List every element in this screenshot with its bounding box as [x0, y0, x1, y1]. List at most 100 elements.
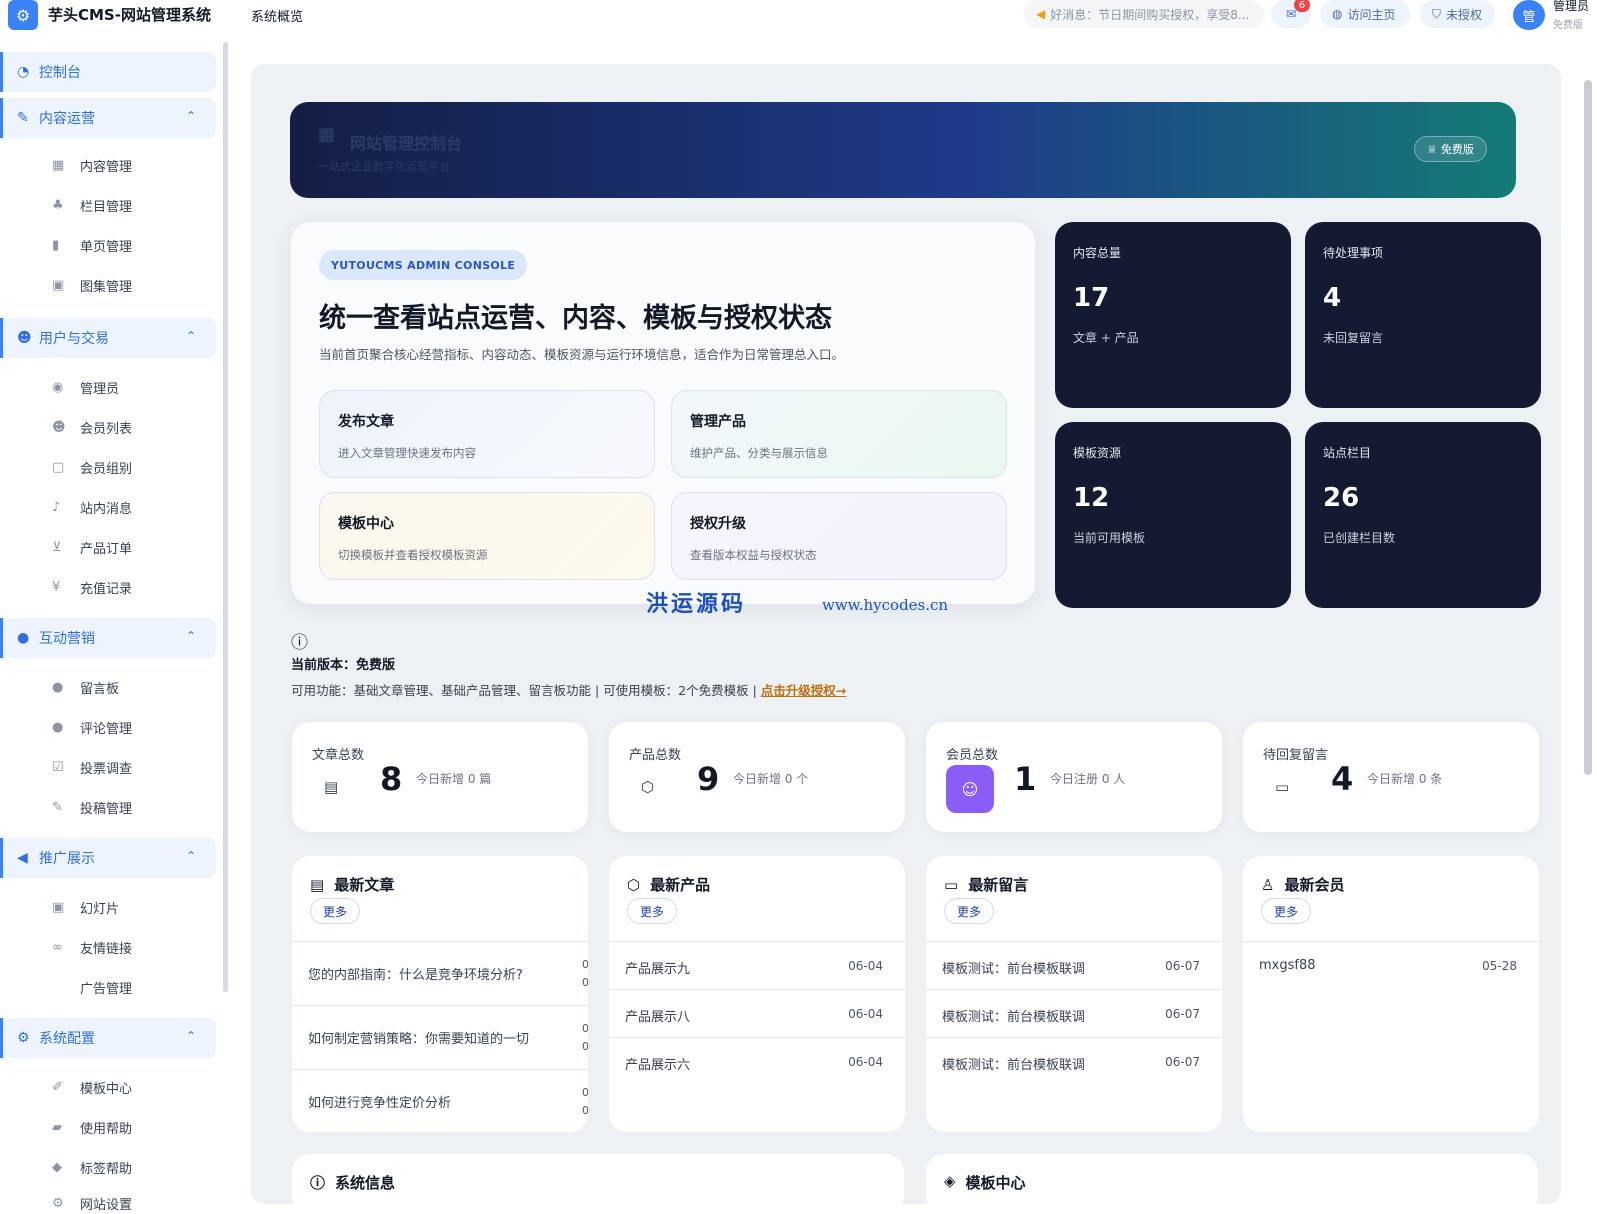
info-circle-icon: ⓘ [310, 1174, 326, 1192]
list-item[interactable]: 您的内部指南：什么是竞争环境分析?06-04 [292, 942, 588, 1006]
list-item[interactable]: 模板测试：前台模板联调 06-07 [926, 1038, 1222, 1086]
list-item[interactable]: mxgsf88 05-28 [1243, 942, 1539, 990]
kpi-value: 1 [1014, 760, 1037, 798]
visit-home-button[interactable]: ◍ 访问主页 [1320, 0, 1410, 28]
more-button[interactable]: 更多 [627, 898, 678, 924]
sidebar-item-admins[interactable]: ◉ 管理员 [52, 376, 119, 398]
sidebar-item-member-groups[interactable]: ▢ 会员组别 [52, 456, 132, 478]
kpi-label: 文章总数 [312, 748, 365, 763]
image-icon: ▣ [52, 899, 65, 915]
stat-columns[interactable]: 站点栏目 26 已创建栏目数 [1305, 422, 1541, 608]
crown-icon: ♕ [1427, 142, 1437, 156]
quick-license-upgrade[interactable]: 授权升级 查看版本权益与授权状态 [671, 492, 1007, 580]
quick-publish-article[interactable]: 发布文章 进入文章管理快速发布内容 [319, 390, 655, 478]
list-item[interactable]: 产品展示九 06-04 [609, 942, 905, 990]
sidebar-item-recharge[interactable]: ¥ 充值记录 [52, 576, 132, 598]
document-icon: ▤ [324, 778, 339, 796]
sidebar-group-users[interactable]: ☻ 用户与交易 ⌃ [0, 318, 216, 358]
hero-title: 网站管理控制台 [350, 134, 463, 153]
stat-desc: 未回复留言 [1323, 331, 1384, 345]
top-bar: ⚙ 芋头CMS-网站管理系统 系统概览 ◀ 好消息：节日期间购买授权，享受8...… [0, 0, 1597, 40]
sidebar-item-columns[interactable]: ♣ 栏目管理 [52, 194, 132, 216]
kpi-products[interactable]: 产品总数 ⬡ 9 今日新增 0 个 [609, 722, 905, 832]
sidebar-group-system[interactable]: ⚙ 系统配置 ⌃ [0, 1018, 216, 1058]
list-item[interactable]: 如何制定营销策略：你需要知道的一切06-04 [292, 1006, 588, 1070]
sidebar-item-pages[interactable]: ▮ 单页管理 [52, 234, 132, 256]
sidebar-item-messages[interactable]: ♪ 站内消息 [52, 496, 132, 518]
image-icon: ▣ [52, 277, 65, 293]
edition-badge: ♕ 免费版 [1414, 136, 1487, 162]
list-item[interactable]: 如何进行竞争性定价分析06-04 [292, 1070, 588, 1132]
more-button[interactable]: 更多 [1261, 898, 1312, 924]
sidebar-item-links[interactable]: ∞ 友情链接 [52, 936, 132, 958]
card-title: 最新留言 [968, 876, 1029, 894]
list-item[interactable]: 产品展示六 06-04 [609, 1038, 905, 1086]
sidebar-item-templates[interactable]: ✐ 模板中心 [52, 1076, 132, 1098]
chevron-up-icon: ⌃ [185, 329, 196, 343]
sidebar-item-votes[interactable]: ☑ 投票调查 [52, 756, 132, 778]
more-button[interactable]: 更多 [310, 898, 361, 924]
kpi-pending-messages[interactable]: 待回复留言 ▭ 4 今日新增 0 条 [1243, 722, 1539, 832]
license-status-button[interactable]: ⛉ 未授权 [1420, 0, 1495, 28]
page-scrollbar-thumb[interactable] [1584, 80, 1592, 775]
sidebar-item-slides[interactable]: ▣ 幻灯片 [52, 896, 119, 918]
link-icon: ∞ [52, 939, 63, 955]
list-item[interactable]: 模板测试：前台模板联调 06-07 [926, 990, 1222, 1038]
sidebar-item-comments[interactable]: ● 评论管理 [52, 716, 132, 738]
stat-content-total[interactable]: 内容总量 17 文章 + 产品 [1055, 222, 1291, 408]
sidebar-group-marketing[interactable]: ● 互动营销 ⌃ [0, 618, 216, 658]
sidebar-item-orders[interactable]: ⊻ 产品订单 [52, 536, 132, 558]
gears-icon: ⚙ [8, 0, 38, 30]
checkbox-icon: ☑ [52, 759, 64, 775]
stat-templates[interactable]: 模板资源 12 当前可用模板 [1055, 422, 1291, 608]
sidebar-item-guestbook[interactable]: ● 留言板 [52, 676, 119, 698]
list-item[interactable]: 模板测试：前台模板联调 06-07 [926, 942, 1222, 990]
user-name[interactable]: 管理员 [1553, 0, 1589, 13]
quick-template-center[interactable]: 模板中心 切换模板并查看授权模板资源 [319, 492, 655, 580]
notice-marquee[interactable]: ◀ 好消息：节日期间购买授权，享受8... [1024, 0, 1264, 28]
version-title: 当前版本：免费版 [291, 658, 396, 673]
more-button[interactable]: 更多 [944, 898, 995, 924]
gear-icon: ⚙ [17, 1030, 30, 1046]
sidebar-item-ads[interactable]: 广告管理 [52, 976, 132, 998]
bell-icon: ♪ [52, 499, 61, 515]
quick-card-desc: 维护产品、分类与展示信息 [690, 446, 828, 460]
brush-icon: ✐ [52, 1079, 63, 1095]
avatar[interactable]: 管 [1513, 0, 1545, 30]
sidebar-item-members[interactable]: ☻ 会员列表 [52, 416, 132, 438]
sidebar-item-submissions[interactable]: ✎ 投稿管理 [52, 796, 132, 818]
quick-manage-products[interactable]: 管理产品 维护产品、分类与展示信息 [671, 390, 1007, 478]
user-icon: ♙ [1261, 875, 1275, 894]
sidebar-item-gallery[interactable]: ▣ 图集管理 [52, 274, 132, 296]
users-icon: ☻ [17, 330, 32, 346]
stat-pending[interactable]: 待处理事项 4 未回复留言 [1305, 222, 1541, 408]
stat-value: 17 [1073, 283, 1110, 313]
edit-icon: ✎ [17, 110, 29, 126]
users-icon: ☺ [946, 765, 994, 813]
stat-desc: 已创建栏目数 [1323, 531, 1396, 545]
sidebar-item-help[interactable]: ▰ 使用帮助 [52, 1116, 132, 1138]
info-circle-icon: ⓘ [291, 633, 308, 653]
sidebar-item-site-settings[interactable]: ⚙ 网站设置 [52, 1192, 132, 1214]
sidebar-group-content[interactable]: ✎ 内容运营 ⌃ [0, 98, 216, 138]
sidebar-scrollbar[interactable] [223, 42, 228, 992]
sidebar-item-tag-help[interactable]: ◆ 标签帮助 [52, 1156, 132, 1178]
quick-card-title: 授权升级 [690, 516, 746, 532]
hexagon-icon: ⬡ [627, 875, 641, 894]
edit-icon: ✎ [52, 799, 63, 815]
kpi-articles[interactable]: 文章总数 ▤ 8 今日新增 0 篇 [292, 722, 588, 832]
sidebar-group-promotion[interactable]: ◀ 推广展示 ⌃ [0, 838, 216, 878]
chevron-up-icon: ⌃ [185, 629, 196, 643]
document-icon: ▤ [310, 875, 325, 894]
list-item[interactable]: 产品展示八 06-04 [609, 990, 905, 1038]
chevron-up-icon: ⌃ [185, 849, 196, 863]
kpi-members[interactable]: 会员总数 ☺ 1 今日注册 0 人 [926, 722, 1222, 832]
sidebar-dashboard[interactable]: ◔ 控制台 [0, 52, 216, 92]
message-icon: ▭ [944, 875, 959, 894]
chat-icon: ● [17, 630, 30, 646]
sidebar-item-content[interactable]: ▦ 内容管理 [52, 154, 132, 176]
upgrade-link[interactable]: 点击升级授权→ [761, 683, 846, 698]
template-center-card: ◈ 模板中心 [926, 1154, 1538, 1214]
yen-icon: ¥ [52, 579, 61, 595]
id-frame-icon: ▢ [52, 459, 65, 475]
